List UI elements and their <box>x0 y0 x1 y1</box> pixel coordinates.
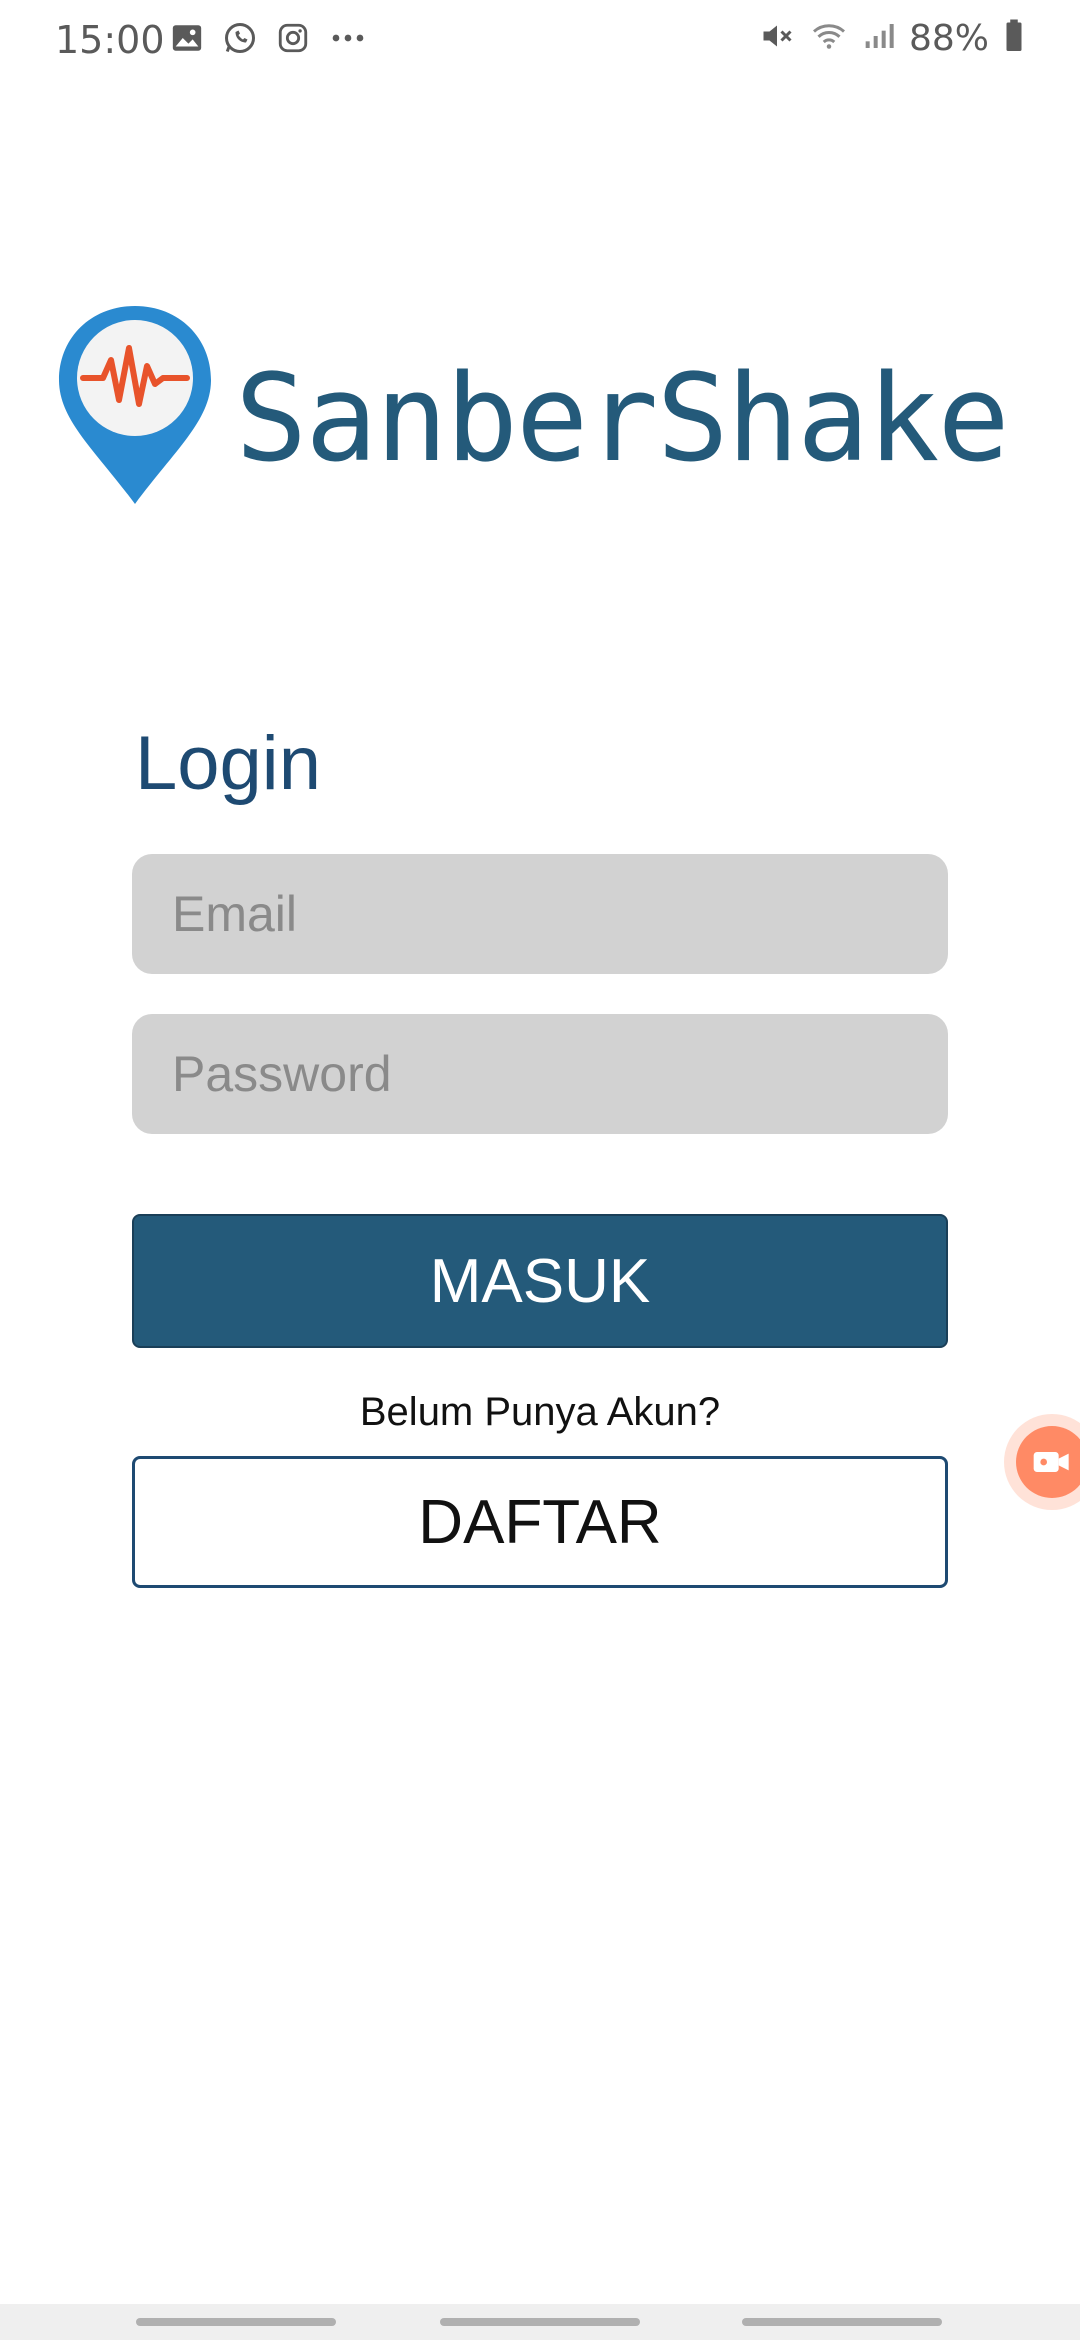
nav-home-handle[interactable] <box>440 2318 640 2326</box>
masuk-button[interactable]: MASUK <box>132 1214 948 1348</box>
status-time: 15:00 <box>55 18 165 62</box>
image-icon <box>170 21 204 60</box>
more-dots-icon <box>328 21 368 60</box>
no-account-prompt: Belum Punya Akun? <box>359 1390 721 1434</box>
video-camera-icon <box>1016 1426 1080 1498</box>
daftar-button-label: DAFTAR <box>418 1487 662 1557</box>
whatsapp-icon <box>222 20 258 61</box>
navigation-bar <box>0 2304 1080 2340</box>
notification-icons <box>170 20 368 61</box>
battery-percent: 88% <box>908 18 989 59</box>
status-bar: 15:00 88% <box>0 0 1080 84</box>
app-logo: SanberShake <box>55 300 1010 510</box>
map-pin-heartbeat-icon <box>55 300 215 515</box>
wifi-icon <box>809 18 849 59</box>
nav-back-handle[interactable] <box>742 2318 942 2326</box>
masuk-button-label: MASUK <box>429 1246 651 1316</box>
login-title: Login <box>135 721 321 806</box>
instagram-icon <box>276 21 310 60</box>
signal-icon <box>863 18 895 59</box>
mute-icon <box>759 18 795 59</box>
app-name: SanberShake <box>235 350 1010 489</box>
battery-icon <box>1003 18 1025 59</box>
password-field[interactable] <box>132 1014 948 1134</box>
system-icons: 88% <box>759 18 1025 59</box>
email-field[interactable] <box>132 854 948 974</box>
nav-recents-handle[interactable] <box>136 2318 336 2326</box>
daftar-button[interactable]: DAFTAR <box>132 1456 948 1588</box>
